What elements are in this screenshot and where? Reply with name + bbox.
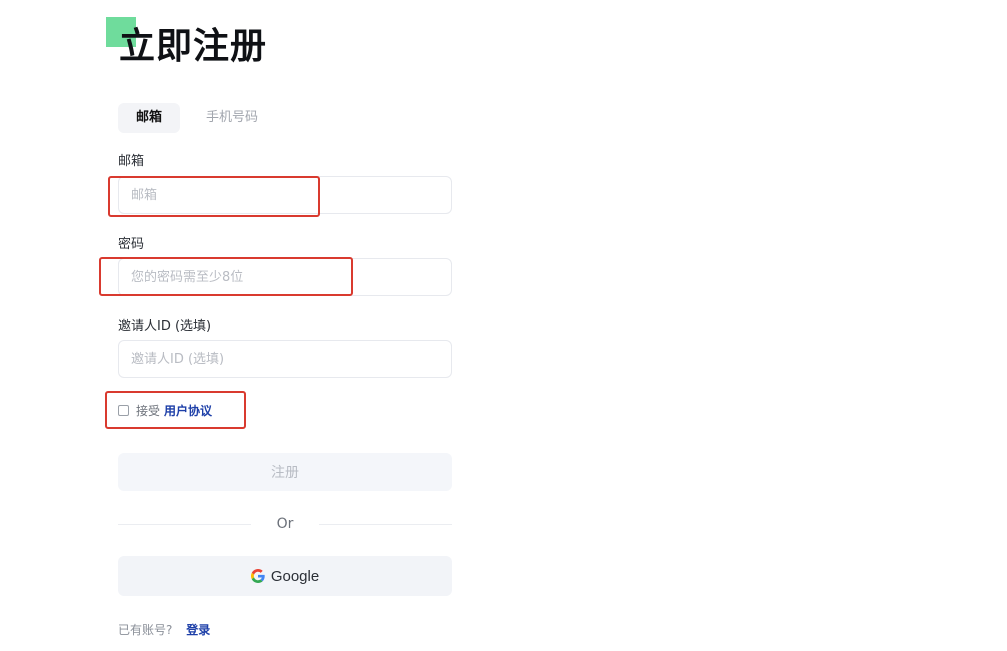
inviter-field-box (118, 340, 452, 378)
password-label: 密码 (118, 237, 145, 252)
agreement-checkbox[interactable] (118, 404, 129, 416)
email-label: 邮箱 (118, 154, 145, 169)
agreement-text: 接受 (136, 403, 161, 418)
login-link[interactable]: 登录 (186, 623, 210, 637)
google-signin-button[interactable]: Google (118, 556, 452, 596)
password-input[interactable] (119, 259, 451, 295)
agreement-row: 接受 用户协议 (118, 401, 212, 419)
inviter-id-input[interactable] (119, 341, 451, 377)
google-g-icon (250, 569, 265, 583)
register-button[interactable]: 注册 (118, 453, 452, 491)
divider-line-right (319, 523, 452, 525)
tab-phone[interactable]: 手机号码 (188, 103, 276, 133)
inviter-label: 邀请人ID (选填) (118, 319, 212, 334)
signup-method-tabs: 邮箱 手机号码 (118, 103, 276, 133)
divider-line-left (118, 523, 251, 525)
user-agreement-link[interactable]: 用户协议 (164, 402, 212, 419)
google-label: Google (270, 567, 320, 585)
page-title: 立即注册 (119, 26, 268, 67)
divider-text: Or (276, 516, 294, 532)
password-field-box (118, 258, 452, 296)
login-hint: 已有账号? (118, 623, 173, 637)
email-field-box (118, 176, 452, 214)
or-divider: Or (118, 514, 452, 534)
register-page: 立即注册 邮箱 手机号码 邮箱 密码 邀请人ID (选填) 接受 用户协议 注册… (0, 0, 1007, 651)
tab-email[interactable]: 邮箱 (118, 103, 181, 133)
email-input[interactable] (119, 177, 451, 213)
login-row: 已有账号? 登录 (118, 621, 210, 639)
